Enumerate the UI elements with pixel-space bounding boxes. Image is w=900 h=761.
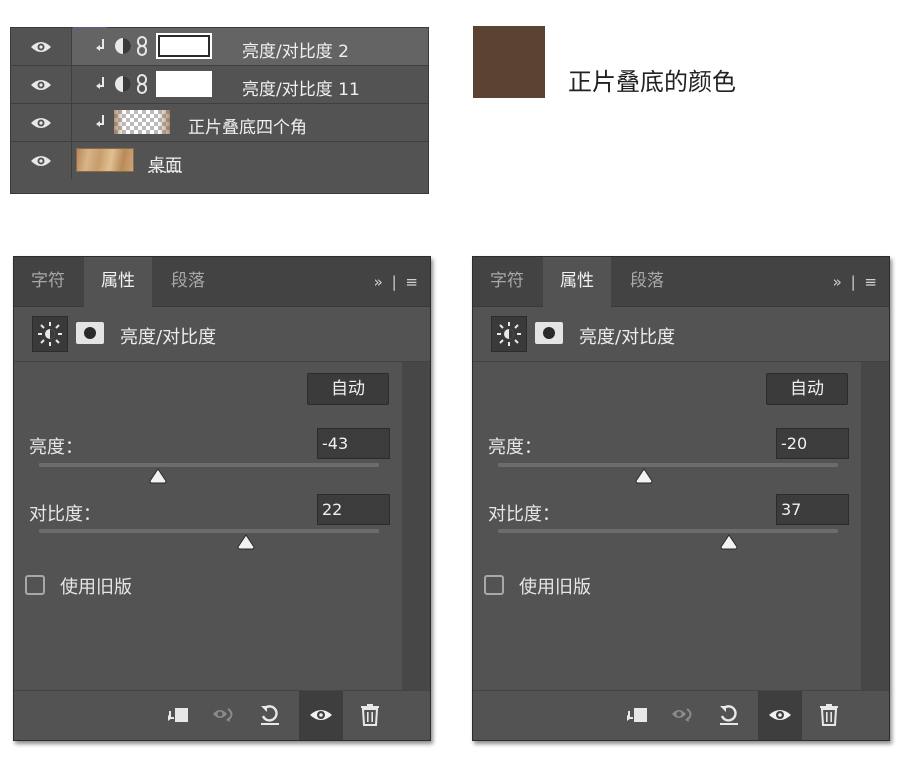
chain-link-icon[interactable] [136, 36, 148, 56]
eye-icon [31, 42, 51, 52]
contrast-slider-track[interactable] [498, 529, 838, 533]
clipping-arrow-icon [96, 77, 104, 89]
reset-button[interactable] [248, 691, 292, 740]
visibility-eye-icon [310, 710, 332, 720]
adjustment-title: 亮度/对比度 [120, 327, 217, 348]
tab-character[interactable]: 字符 [14, 257, 82, 306]
clip-to-layer-button[interactable] [615, 691, 659, 740]
swatch-label: 正片叠底的颜色 [568, 68, 736, 96]
tab-paragraph[interactable]: 段落 [613, 257, 681, 306]
trash-icon [820, 704, 838, 726]
layer-name[interactable]: 亮度/对比度 11 [242, 75, 360, 100]
layer-mask-thumbnail[interactable] [156, 33, 212, 59]
brightness-input[interactable]: -43 [317, 428, 390, 459]
layer-mask-icon[interactable] [76, 322, 104, 344]
trash-icon [361, 704, 379, 726]
layer-row[interactable]: 亮度/对比度 2 [11, 28, 428, 66]
use-legacy-checkbox[interactable] [25, 575, 45, 595]
brightness-label: 亮度： [29, 437, 83, 458]
contrast-input[interactable]: 37 [776, 494, 849, 525]
clip-to-layer-icon [168, 708, 188, 722]
eye-icon [31, 156, 51, 166]
tab-properties[interactable]: 属性 [543, 257, 611, 307]
panel-footer [14, 690, 430, 740]
layer-visibility-toggle[interactable] [11, 142, 72, 179]
visibility-toggle-button[interactable] [758, 691, 802, 740]
use-legacy-label: 使用旧版 [519, 577, 591, 598]
layer-visibility-toggle[interactable] [11, 66, 72, 103]
eye-icon [31, 80, 51, 90]
visibility-toggle-button[interactable] [299, 691, 343, 740]
layer-name[interactable]: 桌面 [148, 151, 182, 176]
reset-button[interactable] [707, 691, 751, 740]
view-previous-state-button[interactable] [202, 691, 246, 740]
contrast-input[interactable]: 22 [317, 494, 390, 525]
layer-name[interactable]: 亮度/对比度 2 [242, 37, 349, 62]
view-previous-state-icon [672, 708, 692, 722]
view-previous-state-icon [213, 708, 233, 722]
adjustment-header: 亮度/对比度 [14, 307, 430, 362]
layer-thumbnail[interactable] [76, 148, 134, 172]
clip-to-layer-button[interactable] [156, 691, 200, 740]
layer-row[interactable]: 桌面 [11, 142, 428, 180]
contrast-slider-track[interactable] [39, 529, 379, 533]
adjustment-type-button[interactable] [32, 316, 68, 352]
clip-to-layer-icon [627, 708, 647, 722]
panel-menu-icon[interactable]: » | ≡ [374, 273, 420, 291]
panel-footer [473, 690, 889, 740]
layers-panel: 亮度/对比度 2 亮度/对比度 11 正片叠底四个角 桌面 [10, 27, 429, 194]
tab-character[interactable]: 字符 [473, 257, 541, 306]
chain-link-icon[interactable] [136, 74, 148, 94]
brightness-slider-track[interactable] [39, 463, 379, 467]
contrast-label: 对比度： [488, 504, 560, 525]
layer-row[interactable]: 亮度/对比度 11 [11, 66, 428, 104]
layer-thumbnail[interactable] [114, 110, 170, 134]
auto-button[interactable]: 自动 [307, 373, 389, 405]
adjustment-body: 自动 亮度： -43 对比度： 22 使用旧版 [14, 362, 402, 691]
adjustment-body: 自动 亮度： -20 对比度： 37 使用旧版 [473, 362, 861, 691]
reset-icon [720, 705, 738, 725]
layer-mask-icon[interactable] [535, 322, 563, 344]
clipping-arrow-icon [96, 39, 104, 51]
use-legacy-label: 使用旧版 [60, 577, 132, 598]
contrast-label: 对比度： [29, 504, 101, 525]
delete-button[interactable] [348, 691, 392, 740]
sun-icon [497, 322, 521, 346]
layer-mask-thumbnail[interactable] [156, 71, 212, 97]
panel-menu-icon[interactable]: » | ≡ [833, 273, 879, 291]
layer-row[interactable]: 正片叠底四个角 [11, 104, 428, 142]
delete-button[interactable] [807, 691, 851, 740]
properties-panel-right: 字符 属性 段落 » | ≡ 亮度/对比度 自动 亮度： -20 对比度： 37… [472, 256, 890, 741]
adjustment-type-button[interactable] [491, 316, 527, 352]
tab-paragraph[interactable]: 段落 [154, 257, 222, 306]
layer-visibility-toggle[interactable] [11, 104, 72, 141]
adjustment-title: 亮度/对比度 [579, 327, 676, 348]
brightness-input[interactable]: -20 [776, 428, 849, 459]
brightness-label: 亮度： [488, 437, 542, 458]
brightness-slider-track[interactable] [498, 463, 838, 467]
panel-tabbar: 字符 属性 段落 » | ≡ [14, 257, 430, 307]
panel-tabbar: 字符 属性 段落 » | ≡ [473, 257, 889, 307]
eye-icon [31, 118, 51, 128]
panel-scrollbar[interactable] [861, 362, 889, 691]
panel-scrollbar[interactable] [402, 362, 430, 691]
view-previous-state-button[interactable] [661, 691, 705, 740]
clipping-arrow-icon [96, 115, 104, 127]
brightness-contrast-adjustment-icon[interactable] [114, 37, 132, 55]
reset-icon [261, 705, 279, 725]
properties-panel-left: 字符 属性 段落 » | ≡ 亮度/对比度 自动 亮度： -43 对比度： 22… [13, 256, 431, 741]
auto-button[interactable]: 自动 [766, 373, 848, 405]
use-legacy-checkbox[interactable] [484, 575, 504, 595]
layer-visibility-toggle[interactable] [11, 28, 72, 65]
sun-icon [38, 322, 62, 346]
adjustment-header: 亮度/对比度 [473, 307, 889, 362]
brightness-contrast-adjustment-icon[interactable] [114, 75, 132, 93]
layer-name[interactable]: 正片叠底四个角 [188, 113, 307, 138]
visibility-eye-icon [769, 710, 791, 720]
tab-properties[interactable]: 属性 [84, 257, 152, 307]
multiply-color-swatch [473, 26, 545, 98]
